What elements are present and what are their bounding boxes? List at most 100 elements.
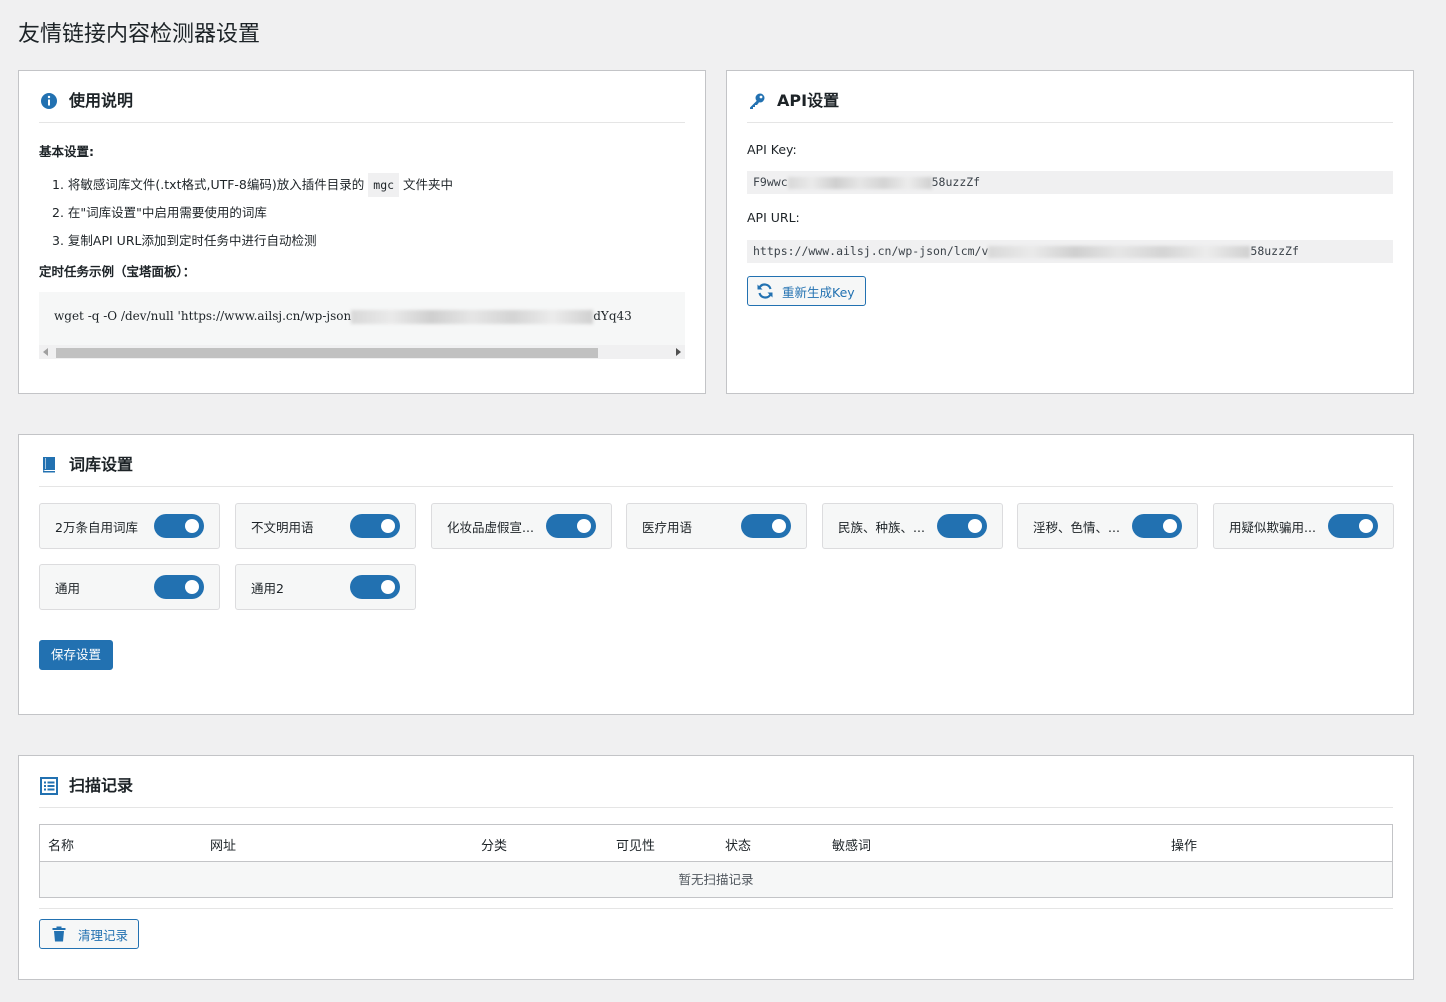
api-url-suffix: 58uzzZf <box>1250 244 1299 258</box>
api-key-suffix: 58uzzZf <box>931 175 981 189</box>
cron-command-prefix: wget -q -O /dev/null 'https://www.ailsj.… <box>54 309 352 323</box>
lexicon-toggle-item: 淫秽、色情、... <box>1017 503 1198 549</box>
switch-knob <box>577 519 591 533</box>
lexicon-toggle-item: 通用 <box>39 564 220 610</box>
list-item: 1. 将敏感词库文件(.txt格式,UTF-8编码)放入插件目录的 mgc 文件夹中 <box>52 171 453 199</box>
redacted-key <box>787 176 932 189</box>
usage-card: 使用说明 基本设置: 1. 将敏感词库文件(.txt格式,UTF-8编码)放入插… <box>18 70 706 394</box>
lexicon-switch[interactable] <box>937 514 987 538</box>
lexicon-switch[interactable] <box>350 575 400 599</box>
usage-card-header: 使用说明 <box>39 89 685 123</box>
scroll-right-icon[interactable] <box>676 348 681 356</box>
column-header-sensitive-words[interactable]: 敏感词 <box>832 835 871 854</box>
column-header-url[interactable]: 网址 <box>210 835 236 854</box>
records-table: 名称 网址 分类 可见性 状态 敏感词 操作 暂无扫描记录 <box>39 824 1393 898</box>
book-icon <box>39 455 59 475</box>
redacted-token <box>351 309 594 324</box>
lexicon-name: 民族、种族、... <box>838 519 925 535</box>
step-text: 复制API URL添加到定时任务中进行自动检测 <box>67 233 317 248</box>
api-key-field[interactable]: F9wwc 58uzzZf <box>747 171 1393 194</box>
refresh-icon <box>756 283 774 299</box>
lexicon-toggle-item: 化妆品虚假宣... <box>431 503 612 549</box>
lexicon-toggle-item: 用疑似欺骗用... <box>1213 503 1394 549</box>
lexicon-switch[interactable] <box>1328 514 1378 538</box>
key-icon <box>747 91 767 111</box>
switch-knob <box>381 519 395 533</box>
lexicon-name: 通用2 <box>251 580 284 596</box>
records-card: 扫描记录 名称 网址 分类 可见性 状态 敏感词 操作 暂无扫描记录 清理记录 <box>18 755 1414 980</box>
switch-knob <box>381 580 395 594</box>
api-url-field[interactable]: https://www.ailsj.cn/wp-json/lcm/v 58uzzZ… <box>747 240 1393 263</box>
switch-knob <box>968 519 982 533</box>
lexicon-name: 化妆品虚假宣... <box>447 519 534 535</box>
info-icon <box>39 91 59 111</box>
switch-knob <box>1163 519 1177 533</box>
cron-command-suffix: dYq43 <box>593 309 632 323</box>
list-item: 2. 在"词库设置"中启用需要使用的词库 <box>52 199 453 227</box>
step-text-after: 文件夹中 <box>403 177 454 192</box>
save-settings-button[interactable]: 保存设置 <box>39 640 114 670</box>
step-number: 2. <box>52 205 64 220</box>
column-header-status[interactable]: 状态 <box>725 835 751 854</box>
lexicon-name: 医疗用语 <box>642 519 693 535</box>
lexicon-card: 词库设置 2万条自用词库 不文明用语 化妆品虚假宣... 医疗用语 民族、种族、… <box>18 434 1414 715</box>
api-card: API设置 API Key: F9wwc 58uzzZf API URL: htt… <box>726 70 1414 394</box>
cron-heading: 定时任务示例（宝塔面板）： <box>39 264 196 279</box>
lexicon-toggle-item: 通用2 <box>235 564 416 610</box>
lexicon-switch[interactable] <box>154 514 204 538</box>
clear-records-label: 清理记录 <box>78 927 129 943</box>
scroll-left-icon[interactable] <box>43 348 48 356</box>
column-header-visibility[interactable]: 可见性 <box>616 835 655 854</box>
api-key-prefix: F9wwc <box>753 175 788 189</box>
step-number: 1. <box>52 177 64 192</box>
switch-knob <box>772 519 786 533</box>
api-card-header: API设置 <box>747 89 1393 123</box>
lexicon-toggle-item: 医疗用语 <box>626 503 807 549</box>
cron-code-block[interactable]: wget -q -O /dev/null 'https://www.ailsj.… <box>39 292 685 359</box>
step-text: 在"词库设置"中启用需要使用的词库 <box>67 205 267 220</box>
lexicon-card-header: 词库设置 <box>39 453 1393 487</box>
lexicon-toggle-item: 民族、种族、... <box>822 503 1003 549</box>
regenerate-key-label: 重新生成Key <box>782 284 855 300</box>
records-title: 扫描记录 <box>69 776 134 795</box>
lexicon-title: 词库设置 <box>69 455 134 474</box>
table-header: 名称 网址 分类 可见性 状态 敏感词 操作 <box>40 825 1392 862</box>
api-title: API设置 <box>777 91 840 110</box>
usage-title: 使用说明 <box>69 91 134 110</box>
api-url-prefix: https://www.ailsj.cn/wp-json/lcm/v <box>753 244 989 258</box>
cron-command: wget -q -O /dev/null 'https://www.ailsj.… <box>54 309 632 324</box>
list-icon <box>39 776 59 796</box>
usage-steps-list: 1. 将敏感词库文件(.txt格式,UTF-8编码)放入插件目录的 mgc 文件夹中… <box>52 171 453 255</box>
regenerate-key-button[interactable]: 重新生成Key <box>747 276 866 306</box>
lexicon-toggle-item: 2万条自用词库 <box>39 503 220 549</box>
page-title: 友情链接内容检测器设置 <box>18 22 261 47</box>
lexicon-name: 用疑似欺骗用... <box>1229 519 1316 535</box>
list-item: 3. 复制API URL添加到定时任务中进行自动检测 <box>52 227 453 255</box>
scroll-thumb[interactable] <box>56 348 598 358</box>
switch-knob <box>1359 519 1373 533</box>
redacted-url <box>988 245 1251 258</box>
lexicon-name: 通用 <box>55 580 81 596</box>
basic-settings-heading: 基本设置: <box>39 144 94 159</box>
lexicon-toggle-item: 不文明用语 <box>235 503 416 549</box>
switch-knob <box>185 519 199 533</box>
records-card-header: 扫描记录 <box>39 774 1393 808</box>
api-url-label: API URL: <box>747 210 800 225</box>
switch-knob <box>185 580 199 594</box>
lexicon-switch[interactable] <box>350 514 400 538</box>
column-header-name[interactable]: 名称 <box>48 835 74 854</box>
step-number: 3. <box>52 233 64 248</box>
lexicon-switch[interactable] <box>546 514 596 538</box>
trash-icon <box>52 926 66 942</box>
divider <box>39 908 1393 909</box>
lexicon-name: 2万条自用词库 <box>55 519 138 535</box>
lexicon-switch[interactable] <box>741 514 791 538</box>
lexicon-switch[interactable] <box>154 575 204 599</box>
column-header-actions[interactable]: 操作 <box>1171 835 1197 854</box>
lexicon-switch[interactable] <box>1132 514 1182 538</box>
clear-records-button[interactable]: 清理记录 <box>39 919 140 949</box>
horizontal-scrollbar[interactable] <box>39 345 685 359</box>
empty-state-row: 暂无扫描记录 <box>40 862 1392 897</box>
column-header-category[interactable]: 分类 <box>481 835 507 854</box>
step-text: 将敏感词库文件(.txt格式,UTF-8编码)放入插件目录的 <box>67 177 365 192</box>
